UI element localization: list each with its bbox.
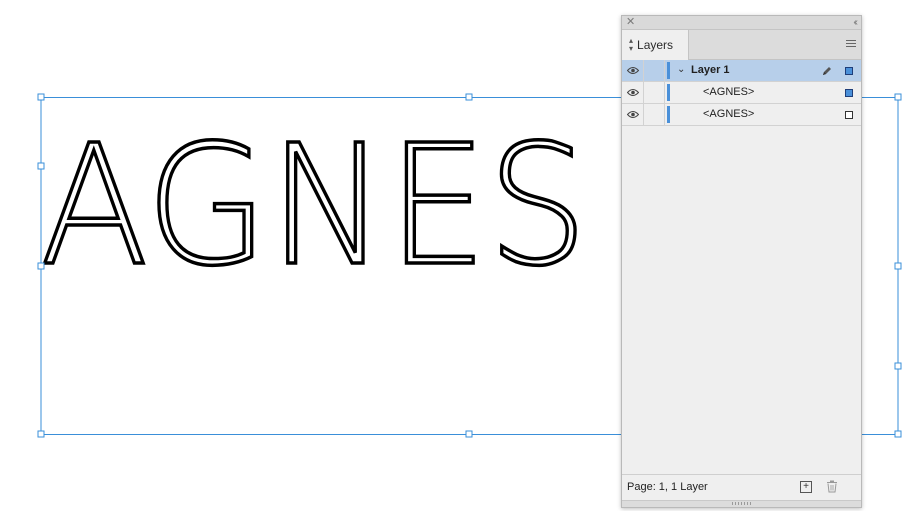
close-icon[interactable]: ✕ xyxy=(626,16,635,29)
object-name[interactable]: <AGNES> xyxy=(703,86,754,98)
resize-handle-top-middle[interactable] xyxy=(465,93,473,101)
layer-selection-indicator[interactable] xyxy=(845,67,853,75)
layer-name[interactable]: Layer 1 xyxy=(691,64,730,76)
resize-handle-bottom-middle[interactable] xyxy=(465,430,473,438)
panel-resize-grip[interactable] xyxy=(622,500,861,507)
new-layer-icon[interactable]: + xyxy=(800,481,812,493)
resize-handle-middle-right[interactable] xyxy=(894,262,902,270)
resize-handle-top-left[interactable] xyxy=(37,93,45,101)
panel-tab-row: ▴ ▾ Layers xyxy=(622,30,861,60)
layer-color-bar xyxy=(667,62,670,79)
layers-list: ⌄ Layer 1 <AGNES> <AGNES> xyxy=(622,60,861,126)
panel-titlebar[interactable]: ✕ ‹‹ xyxy=(622,16,861,30)
resize-handle-bottom-right[interactable] xyxy=(894,430,902,438)
object-row[interactable]: <AGNES> xyxy=(622,82,861,104)
document-canvas[interactable]: AGNES ✕ ‹‹ ▴ ▾ Layers ⌄ Layer 1 <AGNES> … xyxy=(0,0,923,511)
artwork-text[interactable]: AGNES xyxy=(38,108,590,305)
collapse-icon[interactable]: ‹‹ xyxy=(853,16,857,29)
panel-footer: Page: 1, 1 Layer + xyxy=(622,474,861,501)
resize-handle-bottom-left[interactable] xyxy=(37,430,45,438)
updown-icon: ▴ ▾ xyxy=(629,36,634,53)
resize-handle-top-right[interactable] xyxy=(894,93,902,101)
text-frame-handle-left[interactable] xyxy=(37,162,45,170)
tab-layers[interactable]: ▴ ▾ Layers xyxy=(622,30,689,60)
layer-color-bar xyxy=(667,84,670,101)
pen-icon xyxy=(823,67,831,75)
eye-icon[interactable] xyxy=(627,88,639,97)
layers-panel: ✕ ‹‹ ▴ ▾ Layers ⌄ Layer 1 <AGNES> <AGNES… xyxy=(621,15,862,508)
object-selection-indicator[interactable] xyxy=(845,89,853,97)
resize-handle-middle-left[interactable] xyxy=(37,262,45,270)
text-frame-handle-right[interactable] xyxy=(894,362,902,370)
status-text: Page: 1, 1 Layer xyxy=(627,481,708,493)
object-name[interactable]: <AGNES> xyxy=(703,108,754,120)
tab-layers-label: Layers xyxy=(637,38,674,52)
eye-icon[interactable] xyxy=(627,110,639,119)
panel-menu-icon[interactable] xyxy=(846,40,856,48)
layer-color-bar xyxy=(667,106,670,123)
object-row[interactable]: <AGNES> xyxy=(622,104,861,126)
object-selection-indicator[interactable] xyxy=(845,111,853,119)
eye-icon[interactable] xyxy=(627,66,639,75)
chevron-down-icon[interactable]: ⌄ xyxy=(677,64,685,75)
trash-icon[interactable] xyxy=(826,480,838,493)
layer-row-layer-1[interactable]: ⌄ Layer 1 xyxy=(622,60,861,82)
